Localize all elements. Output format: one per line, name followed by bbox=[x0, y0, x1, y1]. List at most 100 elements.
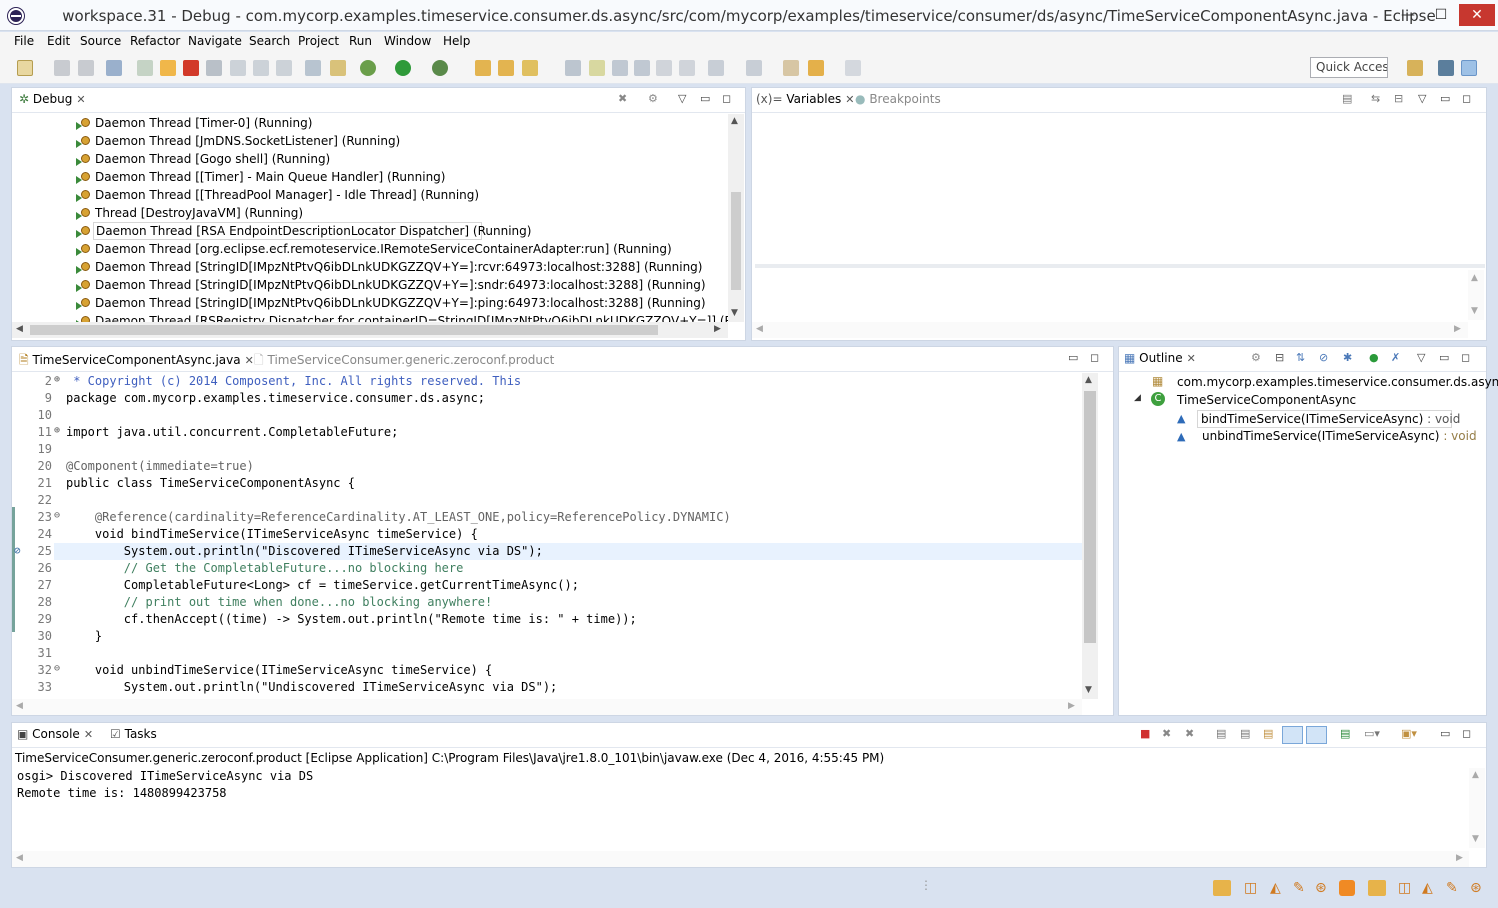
maximize-button[interactable]: ☐ bbox=[1426, 4, 1456, 26]
pen-icon[interactable]: ✎ bbox=[1446, 880, 1458, 896]
scroll-up-icon[interactable]: ▲ bbox=[1472, 770, 1479, 780]
collapse-all-icon[interactable]: ⊟ bbox=[1275, 351, 1284, 364]
code-area[interactable]: 2 ⊕ * Copyright (c) 2014 Composent, Inc. … bbox=[12, 373, 1082, 699]
back-icon[interactable] bbox=[808, 60, 824, 76]
debug-options-icon[interactable]: ⚙ bbox=[648, 92, 658, 105]
remove-all-terminated-icon[interactable]: ✖ bbox=[1185, 727, 1194, 740]
pin-console-icon[interactable]: ▤ bbox=[1340, 727, 1350, 740]
open-type-icon[interactable] bbox=[498, 60, 514, 76]
graduate-icon[interactable]: ◭ bbox=[1422, 880, 1433, 896]
clear-console-icon[interactable]: ▤ bbox=[1216, 727, 1226, 740]
tab-breakpoints[interactable]: ● Breakpoints bbox=[855, 92, 941, 106]
editor-vscroll[interactable]: ▲ ▼ bbox=[1082, 373, 1098, 699]
menu-edit[interactable]: Edit bbox=[47, 34, 70, 48]
scroll-thumb[interactable] bbox=[30, 325, 658, 335]
menu-run[interactable]: Run bbox=[349, 34, 372, 48]
scroll-right-icon[interactable]: ▶ bbox=[1454, 324, 1461, 334]
open-console-icon[interactable]: ▣▾ bbox=[1401, 727, 1417, 740]
show-whitespace-icon[interactable] bbox=[656, 60, 672, 76]
word-wrap-icon[interactable]: ▤ bbox=[1263, 727, 1273, 740]
minimize-view-icon[interactable]: ▭ bbox=[700, 92, 710, 105]
prev-annotation-icon[interactable] bbox=[746, 60, 762, 76]
view-menu-icon[interactable]: ▽ bbox=[1418, 92, 1426, 105]
detail-hscroll[interactable]: ◀ ▶ bbox=[752, 322, 1468, 338]
maximize-view-icon[interactable]: ◻ bbox=[1462, 92, 1471, 105]
outline-method-row[interactable]: ▲ unbindTimeService(ITimeServiceAsync) : … bbox=[1119, 428, 1486, 446]
menu-file[interactable]: File bbox=[14, 34, 34, 48]
scroll-up-icon[interactable]: ▲ bbox=[1471, 273, 1478, 283]
last-edit-icon[interactable] bbox=[783, 60, 799, 76]
coverage-icon[interactable] bbox=[432, 60, 448, 76]
scroll-thumb[interactable] bbox=[731, 192, 741, 290]
tree-expanded-icon[interactable]: ◢ bbox=[1134, 393, 1141, 403]
welcome-icon[interactable] bbox=[1368, 880, 1386, 896]
minimize-view-icon[interactable]: ▭ bbox=[1440, 727, 1450, 740]
tutorial-icon[interactable]: ◭ bbox=[1270, 880, 1281, 896]
tab-console[interactable]: ▣ Console ✕ bbox=[17, 727, 93, 741]
maximize-view-icon[interactable]: ◻ bbox=[1461, 351, 1470, 364]
tab-tasks[interactable]: ☑ Tasks bbox=[110, 727, 157, 741]
close-tab-icon[interactable]: ✕ bbox=[1187, 352, 1196, 365]
forward-icon[interactable] bbox=[845, 60, 861, 76]
step-over-icon[interactable] bbox=[253, 60, 269, 76]
outline-method-row-selected[interactable]: ▲ bindTimeService(ITimeServiceAsync) : vo… bbox=[1119, 410, 1486, 428]
pilcrow-icon[interactable] bbox=[679, 60, 695, 76]
menu-window[interactable]: Window bbox=[384, 34, 431, 48]
view-menu-icon[interactable]: ▽ bbox=[1417, 351, 1425, 364]
debug-vscroll[interactable]: ▲ ▼ bbox=[728, 114, 744, 322]
outline-class-row[interactable]: ◢ C TimeServiceComponentAsync bbox=[1119, 392, 1486, 410]
thread-row[interactable]: Daemon Thread [StringID[IMpzNtPtvQ6ibDLn… bbox=[12, 294, 728, 312]
close-tab-icon[interactable]: ✕ bbox=[76, 93, 85, 106]
step-return-icon[interactable] bbox=[276, 60, 292, 76]
skip-breakpoints-icon[interactable] bbox=[106, 60, 122, 76]
thread-row[interactable]: Daemon Thread [StringID[IMpzNtPtvQ6ibDLn… bbox=[12, 258, 728, 276]
toggle-annotation-icon[interactable] bbox=[565, 60, 581, 76]
help-icon[interactable]: ⊛ bbox=[1315, 880, 1327, 896]
close-tab-icon[interactable]: ✕ bbox=[245, 354, 254, 367]
scroll-left-icon[interactable]: ◀ bbox=[756, 324, 763, 334]
thread-row[interactable]: Daemon Thread [JmDNS.SocketListener] (Ru… bbox=[12, 132, 728, 150]
focus-icon[interactable]: ⚙ bbox=[1251, 351, 1261, 364]
outline-package-row[interactable]: ▦ com.mycorp.examples.timeservice.consume… bbox=[1119, 374, 1498, 392]
hide-fields-icon[interactable]: ⊘ bbox=[1319, 351, 1328, 364]
maximize-view-icon[interactable]: ◻ bbox=[722, 92, 731, 105]
show-on-stdout-icon[interactable] bbox=[1282, 726, 1303, 744]
new-icon[interactable] bbox=[17, 60, 33, 76]
maximize-view-icon[interactable]: ◻ bbox=[1462, 727, 1471, 740]
detail-pane-sash[interactable] bbox=[755, 264, 1485, 268]
scroll-lock-icon[interactable]: ▤ bbox=[1240, 727, 1250, 740]
debug-icon[interactable] bbox=[360, 60, 376, 76]
scroll-thumb[interactable] bbox=[1084, 391, 1096, 643]
thread-row[interactable]: Thread [DestroyJavaVM] (Running) bbox=[12, 204, 728, 222]
thread-row[interactable]: Daemon Thread [StringID[IMpzNtPtvQ6ibDLn… bbox=[12, 276, 728, 294]
sort-icon[interactable]: ⇅ bbox=[1296, 351, 1305, 364]
drop-to-frame-icon[interactable] bbox=[305, 60, 321, 76]
thread-row-selected[interactable]: Daemon Thread [RSA EndpointDescriptionLo… bbox=[12, 222, 728, 240]
tab-outline[interactable]: ▦ Outline ✕ bbox=[1124, 351, 1196, 365]
thread-row[interactable]: Daemon Thread [[Timer] - Main Queue Hand… bbox=[12, 168, 728, 186]
next-annotation-icon[interactable] bbox=[708, 60, 724, 76]
debug-hscroll[interactable]: ◀ ▶ bbox=[12, 322, 728, 338]
close-tab-icon[interactable]: ✕ bbox=[845, 93, 854, 106]
terminate-icon[interactable] bbox=[183, 60, 199, 76]
block-selection-icon[interactable] bbox=[612, 60, 628, 76]
thread-row[interactable]: Daemon Thread [Timer-0] (Running) bbox=[12, 114, 728, 132]
scroll-up-icon[interactable]: ▲ bbox=[731, 116, 738, 126]
minimize-view-icon[interactable]: ▭ bbox=[1068, 351, 1078, 364]
save-icon[interactable] bbox=[54, 60, 70, 76]
scroll-left-icon[interactable]: ◀ bbox=[16, 853, 23, 863]
scroll-down-icon[interactable]: ▼ bbox=[1471, 306, 1478, 316]
rss-icon[interactable] bbox=[1339, 880, 1355, 896]
java-perspective-icon[interactable] bbox=[1438, 60, 1454, 76]
collapse-icon[interactable]: ⊖ bbox=[54, 663, 60, 674]
tab-variables[interactable]: (x)= Variables ✕ bbox=[756, 92, 854, 106]
tab-product-file[interactable]: 🗋 TimeServiceConsumer.generic.zeroconf.p… bbox=[254, 351, 554, 372]
scroll-down-icon[interactable]: ▼ bbox=[731, 308, 738, 318]
hide-local-types-icon[interactable]: ✗ bbox=[1391, 351, 1400, 364]
debug-perspective-icon[interactable] bbox=[1461, 60, 1477, 76]
run-icon[interactable] bbox=[395, 60, 411, 76]
scroll-down-icon[interactable]: ▼ bbox=[1472, 834, 1479, 844]
console-hscroll[interactable]: ◀ ▶ bbox=[12, 851, 1469, 867]
scroll-left-icon[interactable]: ◀ bbox=[16, 324, 23, 334]
minimize-button[interactable]: — bbox=[1393, 4, 1423, 26]
